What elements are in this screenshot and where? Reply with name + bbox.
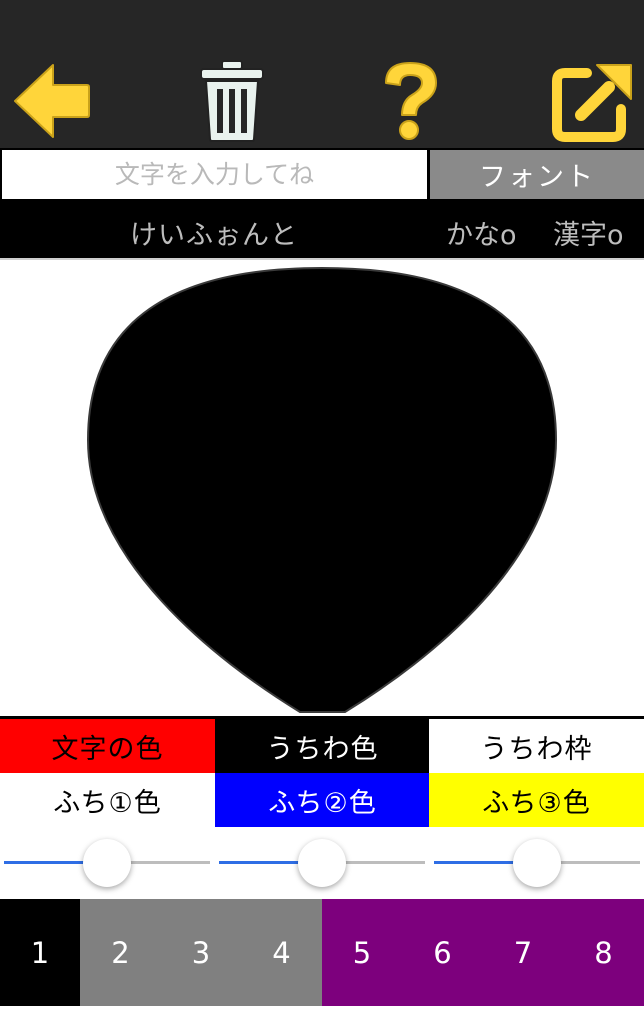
edge1-color-button[interactable]: ふち①色 (0, 773, 215, 827)
tab-3[interactable]: 3 (161, 899, 241, 1006)
kana-option[interactable]: かなo (446, 213, 517, 252)
slider-knob[interactable] (298, 839, 346, 887)
slider-knob[interactable] (513, 839, 561, 887)
edge3-slider[interactable] (434, 828, 640, 898)
share-icon (552, 64, 632, 142)
uchiwa-canvas[interactable] (0, 258, 644, 716)
font-row: けいふぉんと かなo 漢字o (0, 202, 644, 258)
font-button[interactable]: フォント (430, 150, 644, 199)
color-buttons: 文字の色 うちわ色 うちわ枠 ふち①色 ふち②色 ふち③色 (0, 719, 644, 827)
text-color-button[interactable]: 文字の色 (0, 719, 215, 773)
uchiwa-color-button[interactable]: うちわ色 (215, 719, 430, 773)
uchiwa-shape (86, 266, 558, 713)
tab-7[interactable]: 7 (483, 899, 563, 1006)
trash-button[interactable] (187, 56, 277, 146)
edge3-color-button[interactable]: ふち③色 (429, 773, 644, 827)
tab-8[interactable]: 8 (563, 899, 644, 1006)
help-button[interactable] (365, 56, 455, 146)
edge2-color-button[interactable]: ふち②色 (215, 773, 430, 827)
tab-2[interactable]: 2 (80, 899, 161, 1006)
edge1-slider[interactable] (4, 828, 210, 898)
question-mark-icon (385, 62, 437, 140)
tab-5[interactable]: 5 (322, 899, 402, 1006)
slider-knob[interactable] (83, 839, 131, 887)
back-button[interactable] (6, 56, 96, 146)
toolbar (0, 0, 644, 148)
share-button[interactable] (548, 56, 638, 146)
tab-1[interactable]: 1 (0, 899, 80, 1006)
input-row: フォント (0, 148, 644, 202)
tab-6[interactable]: 6 (402, 899, 483, 1006)
font-name-label[interactable]: けいふぉんと (130, 213, 298, 252)
edge2-slider[interactable] (219, 828, 425, 898)
layout-number-tabs: 1 2 3 4 5 6 7 8 (0, 899, 644, 1006)
edge-width-sliders (0, 828, 644, 898)
text-input[interactable] (2, 150, 427, 199)
tab-4[interactable]: 4 (241, 899, 322, 1006)
trash-icon (200, 60, 264, 142)
kanji-option[interactable]: 漢字o (553, 213, 624, 252)
bottom-strip (0, 1006, 644, 1024)
back-arrow-icon (14, 64, 90, 138)
uchiwa-frame-button[interactable]: うちわ枠 (429, 719, 644, 773)
